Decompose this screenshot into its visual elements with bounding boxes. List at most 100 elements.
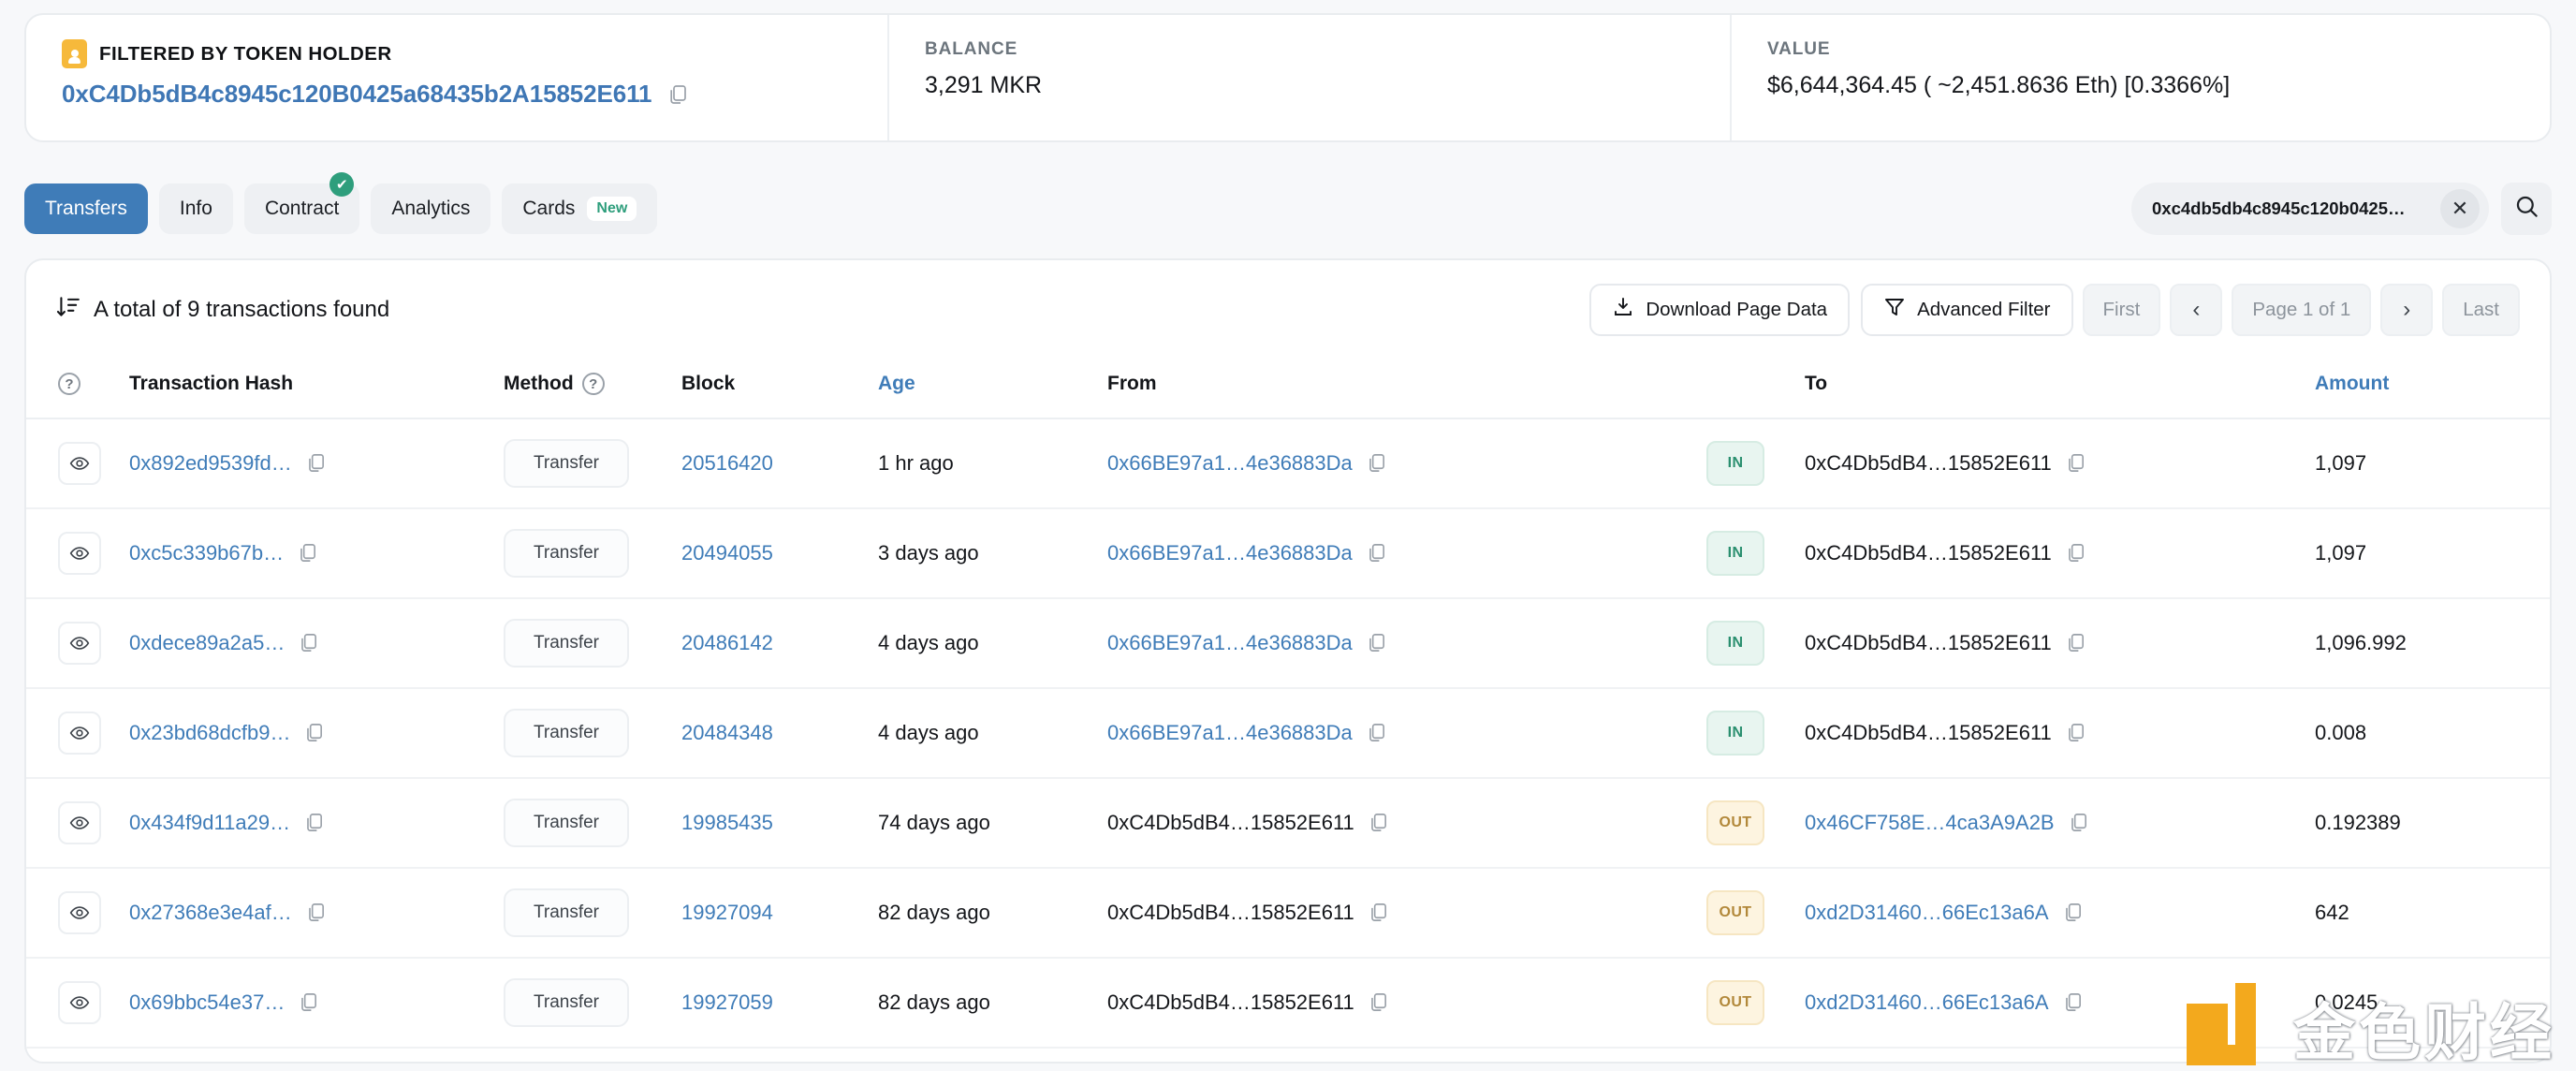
copy-icon[interactable] <box>1366 632 1388 654</box>
tab-analytics[interactable]: Analytics <box>371 183 491 234</box>
transaction-hash-link[interactable]: 0xc5c339b67b… <box>129 541 284 565</box>
copy-icon[interactable] <box>2068 812 2090 834</box>
copy-icon[interactable] <box>298 632 320 654</box>
method-question-icon[interactable]: ? <box>581 373 605 396</box>
method-pill[interactable]: Transfer <box>504 709 629 758</box>
copy-icon[interactable] <box>2065 632 2087 654</box>
transaction-hash-link[interactable]: 0x69bbc54e37… <box>129 990 285 1015</box>
method-pill[interactable]: Transfer <box>504 978 629 1028</box>
token-holder-summary-card: FILTERED BY TOKEN HOLDER 0xC4Db5dB4c8945… <box>24 13 2552 142</box>
block-link[interactable]: 20494055 <box>681 541 773 565</box>
download-page-data-button[interactable]: Download Page Data <box>1589 284 1851 336</box>
method-pill[interactable]: Transfer <box>504 529 629 579</box>
copy-icon[interactable] <box>1368 902 1390 924</box>
copy-icon[interactable] <box>1366 452 1388 475</box>
to-address[interactable]: 0xd2D31460…66Ec13a6A <box>1805 990 2049 1015</box>
block-link[interactable]: 20484348 <box>681 721 773 744</box>
eye-icon[interactable] <box>58 712 101 756</box>
info-question-icon[interactable]: ? <box>58 373 80 396</box>
to-address[interactable]: 0x46CF758E…4ca3A9A2B <box>1805 811 2055 835</box>
copy-icon[interactable] <box>1368 812 1390 834</box>
col-amount[interactable]: Amount <box>2315 359 2550 420</box>
transaction-hash-link[interactable]: 0x434f9d11a29… <box>129 811 290 835</box>
balance-section: BALANCE 3,291 MKR <box>887 15 1730 140</box>
clear-search-icon[interactable]: ✕ <box>2440 189 2480 228</box>
cell-from: 0xC4Db5dB4…15852E611 <box>1107 958 1706 1049</box>
search-box[interactable]: ✕ <box>2131 183 2489 235</box>
method-pill[interactable]: Transfer <box>504 888 629 938</box>
tab-transfers[interactable]: Transfers <box>24 183 148 234</box>
block-link[interactable]: 20516420 <box>681 451 773 475</box>
transaction-hash-link[interactable]: 0x892ed9539fd… <box>129 451 292 476</box>
block-link[interactable]: 19985435 <box>681 811 773 834</box>
copy-icon[interactable] <box>1366 542 1388 565</box>
copy-icon[interactable] <box>297 542 319 565</box>
copy-icon[interactable] <box>305 452 328 475</box>
block-link[interactable]: 19927059 <box>681 990 773 1014</box>
direction-badge: IN <box>1706 441 1764 487</box>
copy-icon[interactable] <box>2062 991 2085 1014</box>
to-address[interactable]: 0xd2D31460…66Ec13a6A <box>1805 901 2049 925</box>
col-age[interactable]: Age <box>878 359 1107 420</box>
col-direction <box>1706 359 1805 420</box>
method-pill[interactable]: Transfer <box>504 439 629 489</box>
tab-cards[interactable]: Cards New <box>502 183 658 234</box>
cell-preview <box>26 958 129 1049</box>
copy-icon[interactable] <box>303 722 326 744</box>
cell-preview <box>26 868 129 960</box>
copy-icon[interactable] <box>303 812 326 834</box>
cell-block: 19927094 <box>681 868 878 960</box>
eye-icon[interactable] <box>58 801 101 845</box>
block-link[interactable]: 19927094 <box>681 901 773 924</box>
copy-icon[interactable] <box>2062 902 2085 924</box>
copy-icon[interactable] <box>2065 722 2087 744</box>
eye-icon[interactable] <box>58 891 101 935</box>
from-address[interactable]: 0x66BE97a1…4e36883Da <box>1107 631 1353 655</box>
holder-address-link[interactable]: 0xC4Db5dB4c8945c120B0425a68435b2A15852E6… <box>62 80 652 109</box>
eye-icon[interactable] <box>58 981 101 1025</box>
value-amount: $6,644,364.45 ( ~2,451.8636 Eth) [0.3366… <box>1767 72 2231 98</box>
pagination-next-button[interactable]: › <box>2380 284 2434 336</box>
cell-amount: 0.0245 <box>2315 958 2550 1049</box>
cell-age: 82 days ago <box>878 868 1107 960</box>
transaction-hash-link[interactable]: 0x27368e3e4af… <box>129 901 292 925</box>
filter-header: FILTERED BY TOKEN HOLDER <box>62 39 887 68</box>
pagination-last-button[interactable]: Last <box>2442 284 2520 336</box>
search-button[interactable] <box>2501 183 2552 235</box>
method-pill[interactable]: Transfer <box>504 799 629 848</box>
cell-direction: IN <box>1706 508 1805 600</box>
eye-icon[interactable] <box>58 532 101 576</box>
search-input[interactable] <box>2152 198 2440 219</box>
cell-direction: IN <box>1706 418 1805 510</box>
transaction-hash-link[interactable]: 0xdece89a2a5… <box>129 631 285 655</box>
copy-icon[interactable] <box>1366 722 1388 744</box>
table-row: 0xc5c339b67b… Transfer 20494055 3 days ago 0… <box>26 508 2550 600</box>
pagination-first-button[interactable]: First <box>2082 284 2161 336</box>
eye-icon[interactable] <box>58 442 101 486</box>
from-address[interactable]: 0x66BE97a1…4e36883Da <box>1107 541 1353 565</box>
transaction-hash-link[interactable]: 0x23bd68dcfb9… <box>129 721 290 745</box>
cell-from: 0x66BE97a1…4e36883Da <box>1107 418 1706 510</box>
copy-icon[interactable] <box>666 83 689 106</box>
table-head: ? Transaction Hash Method ? Block Age Fr… <box>26 359 2550 420</box>
to-address: 0xC4Db5dB4…15852E611 <box>1805 631 2052 655</box>
cell-preview <box>26 688 129 780</box>
download-label: Download Page Data <box>1646 299 1828 320</box>
table-toolbar: A total of 9 transactions found Download… <box>26 260 2550 359</box>
copy-icon[interactable] <box>1368 991 1390 1014</box>
cell-from: 0x66BE97a1…4e36883Da <box>1107 598 1706 690</box>
copy-icon[interactable] <box>298 991 320 1014</box>
advanced-filter-button[interactable]: Advanced Filter <box>1861 284 2073 336</box>
from-address[interactable]: 0x66BE97a1…4e36883Da <box>1107 451 1353 476</box>
copy-icon[interactable] <box>2065 542 2087 565</box>
eye-icon[interactable] <box>58 622 101 666</box>
from-address[interactable]: 0x66BE97a1…4e36883Da <box>1107 721 1353 745</box>
method-pill[interactable]: Transfer <box>504 619 629 668</box>
copy-icon[interactable] <box>305 902 328 924</box>
tab-info[interactable]: Info <box>158 183 233 234</box>
transactions-card: A total of 9 transactions found Download… <box>24 258 2552 1064</box>
tab-contract[interactable]: Contract ✔ <box>243 172 360 234</box>
pagination-prev-button[interactable]: ‹ <box>2170 284 2223 336</box>
block-link[interactable]: 20486142 <box>681 631 773 654</box>
copy-icon[interactable] <box>2065 452 2087 475</box>
